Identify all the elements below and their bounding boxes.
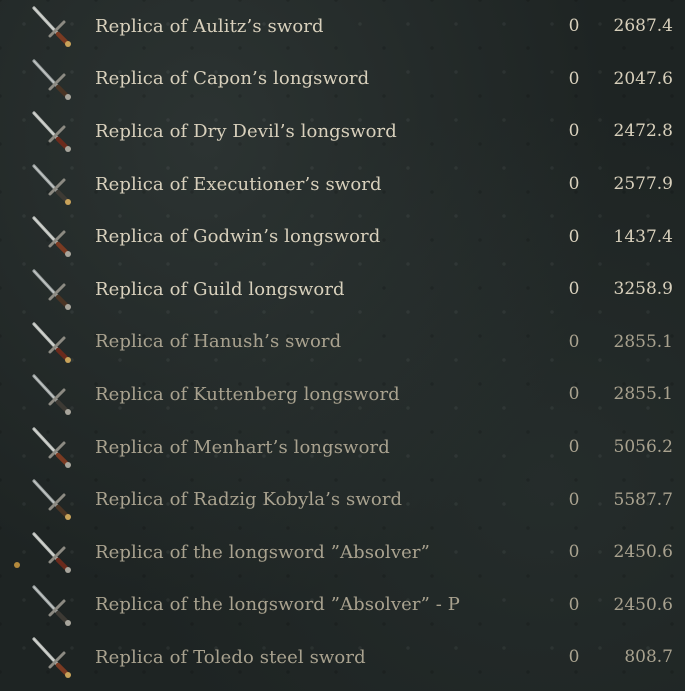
item-row[interactable]: Replica of Guild longsword 0 3258.9 (0, 263, 685, 316)
item-name: Replica of Capon’s longsword (95, 68, 370, 90)
item-value: 2450.6 (613, 542, 673, 563)
item-name: Replica of Radzig Kobyla’s sword (95, 489, 403, 511)
item-value: 2450.6 (613, 594, 673, 615)
item-row[interactable]: Replica of Hanush’s sword 0 2855.1 (0, 316, 685, 369)
item-row[interactable]: Replica of the longsword ”Absolver” 0 2450… (0, 526, 685, 579)
item-value: 2855.1 (613, 331, 673, 352)
sword-icon (28, 530, 74, 576)
item-row[interactable]: Replica of Godwin’s longsword 0 1437.4 (0, 210, 685, 263)
item-row[interactable]: Replica of Capon’s longsword 0 2047.6 (0, 53, 685, 106)
item-row[interactable]: Replica of Toledo steel sword 0 808.7 (0, 631, 685, 684)
item-row[interactable]: Replica of Executioner’s sword 0 2577.9 (0, 158, 685, 211)
item-list: Replica of Aulitz’s sword 0 2687.4 Replica… (0, 0, 685, 684)
sword-icon (28, 267, 74, 313)
item-value: 2687.4 (613, 16, 673, 37)
item-name: Replica of Menhart’s longsword (95, 436, 390, 458)
item-value: 5587.7 (613, 489, 673, 510)
item-name: Replica of the longsword ”Absolver” - P (95, 594, 460, 616)
item-value: 2047.6 (613, 68, 673, 89)
item-name: Replica of Guild longsword (95, 278, 345, 300)
sword-icon (28, 4, 74, 50)
sword-icon (28, 57, 74, 103)
item-row[interactable]: Replica of Aulitz’s sword 0 2687.4 (0, 0, 685, 53)
item-value: 5056.2 (613, 437, 673, 458)
item-value: 3258.9 (613, 279, 673, 300)
item-row[interactable]: Replica of Kuttenberg longsword 0 2855.1 (0, 368, 685, 421)
item-name: Replica of Hanush’s sword (95, 331, 342, 353)
item-row[interactable]: Replica of Dry Devil’s longsword 0 2472.8 (0, 105, 685, 158)
item-value: 2577.9 (613, 174, 673, 195)
sword-icon (28, 477, 74, 523)
item-value: 808.7 (624, 647, 673, 668)
sword-icon (28, 372, 74, 418)
item-name: Replica of Executioner’s sword (95, 173, 382, 195)
sword-icon (28, 320, 74, 366)
sword-icon (28, 162, 74, 208)
sword-icon (28, 214, 74, 260)
item-name: Replica of Kuttenberg longsword (95, 383, 400, 405)
item-value: 1437.4 (613, 226, 673, 247)
item-name: Replica of Dry Devil’s longsword (95, 120, 397, 142)
sword-icon (28, 635, 74, 681)
sword-icon (28, 425, 74, 471)
item-name: Replica of Toledo steel sword (95, 646, 366, 668)
item-row[interactable]: Replica of Menhart’s longsword 0 5056.2 (0, 421, 685, 474)
sword-icon (28, 109, 74, 155)
item-value: 2472.8 (613, 121, 673, 142)
sword-icon (28, 583, 74, 629)
item-name: Replica of Godwin’s longsword (95, 226, 381, 248)
item-value: 2855.1 (613, 384, 673, 405)
item-row[interactable]: Replica of the longsword ”Absolver” - P0… (0, 579, 685, 632)
item-name: Replica of Aulitz’s sword (95, 15, 324, 37)
item-row[interactable]: Replica of Radzig Kobyla’s sword 0 5587.7 (0, 473, 685, 526)
item-name: Replica of the longsword ”Absolver” (95, 541, 430, 563)
